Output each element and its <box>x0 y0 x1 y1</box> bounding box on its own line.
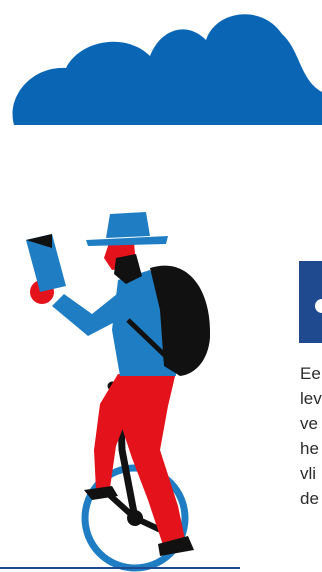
cloud-icon <box>12 14 322 126</box>
body-line: he <box>300 439 319 458</box>
card-notch <box>315 299 322 313</box>
body-line: vli <box>300 464 317 483</box>
card-icon <box>299 261 322 343</box>
hat-crown <box>106 212 150 238</box>
body-line: lev <box>300 389 322 408</box>
body-line: Ee <box>300 364 321 383</box>
unicycle-reader-illustration <box>26 212 211 572</box>
hat-brim <box>86 236 168 246</box>
body-line: de <box>300 489 319 508</box>
body-text: Ee lev ve he vli de <box>300 361 322 511</box>
bottom-divider <box>0 567 240 569</box>
body-line: ve <box>300 414 318 433</box>
